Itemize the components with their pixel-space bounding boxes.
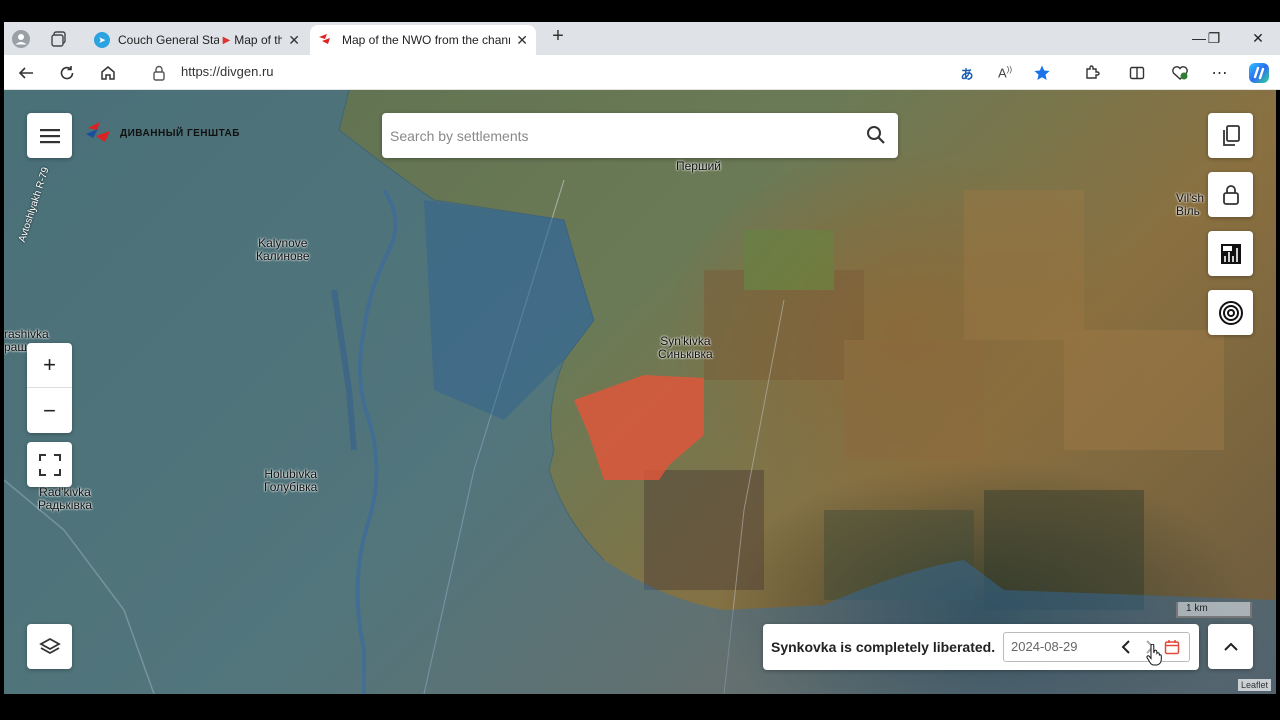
read-aloud-icon[interactable]: A)) [992, 60, 1018, 86]
search-input[interactable] [390, 123, 850, 149]
layers-button[interactable] [27, 624, 72, 669]
tab-title: Couch General Staff [118, 33, 219, 47]
lock-icon [1222, 184, 1239, 205]
map-canvas[interactable]: Перший Kalynove Калинове Syn'kivka Синьків… [4, 90, 1276, 694]
zoom-control: + − [27, 343, 72, 433]
hamburger-icon [39, 128, 60, 143]
copy-button[interactable] [1208, 113, 1253, 158]
tab-map-nwo[interactable]: Map of the NWO from the channe ✕ [310, 25, 536, 55]
zoom-out-button[interactable]: − [27, 388, 72, 433]
copy-icon [1222, 124, 1240, 146]
telegram-icon: ➤ [94, 32, 110, 48]
home-button[interactable] [95, 60, 121, 86]
browser-toolbar: https://divgen.ru あ A)) ⋯ [4, 55, 1280, 90]
logo-text: ДИВАННЫЙ ГЕНШТАБ [120, 127, 240, 139]
menu-button[interactable] [27, 113, 72, 158]
ruler-icon [1220, 243, 1241, 264]
back-button[interactable] [13, 60, 39, 86]
restore-button[interactable]: ❐ [1199, 26, 1229, 50]
logo-mark-icon [84, 120, 116, 146]
lock-button[interactable] [1208, 172, 1253, 217]
extensions-icon[interactable] [1079, 60, 1105, 86]
address-bar-url[interactable]: https://divgen.ru [181, 64, 274, 79]
favorite-star-icon[interactable] [1029, 60, 1055, 86]
target-button[interactable] [1208, 290, 1253, 335]
copilot-icon[interactable] [1246, 60, 1272, 86]
label-radkivka: Rad'kivka Радьківка [38, 485, 93, 512]
screen-top-bar [0, 0, 1280, 22]
reload-button[interactable] [54, 60, 80, 86]
tab-title: Map of the NWO from the channe [342, 33, 511, 47]
label-holubivka: Holubivka Голубівка [264, 467, 318, 494]
workspaces-icon[interactable] [46, 27, 72, 51]
fullscreen-icon [38, 453, 61, 476]
settlement-search [382, 113, 898, 158]
label-synkivka: Syn'kivka Синьківка [658, 334, 713, 361]
new-tab-button[interactable]: + [546, 25, 570, 49]
site-logo[interactable]: ДИВАННЫЙ ГЕНШТАБ [84, 120, 240, 146]
map-overlay [4, 90, 1276, 694]
browser-essentials-icon[interactable] [1167, 60, 1193, 86]
date-input[interactable] [1011, 639, 1101, 654]
profile-icon[interactable] [8, 27, 34, 51]
more-options-icon[interactable]: ⋯ [1207, 60, 1233, 86]
target-icon [1218, 300, 1243, 325]
map-scale: 1 km [1176, 602, 1252, 618]
close-window-button[interactable]: ✕ [1243, 26, 1273, 50]
search-icon[interactable] [866, 125, 886, 150]
flag-icon: ▶ [222, 34, 231, 46]
label-vilshana: Vil'sh Віль [1176, 191, 1205, 218]
ruler-button[interactable] [1208, 231, 1253, 276]
translate-icon[interactable]: あ [954, 60, 980, 86]
browser-tabstrip: ➤ Couch General Staff ▶ Map of th ✕ Map … [4, 22, 1280, 55]
site-info-lock-icon[interactable] [146, 60, 172, 86]
label-pershyi: Перший [676, 159, 722, 173]
tab-close-button[interactable]: ✕ [516, 32, 528, 49]
screen-bottom-bar [0, 694, 1280, 720]
split-screen-icon[interactable] [1124, 60, 1150, 86]
prev-date-button[interactable] [1116, 637, 1136, 657]
tab-couch-general-staff[interactable]: ➤ Couch General Staff ▶ Map of th ✕ [86, 25, 308, 55]
hand-cursor-icon [1146, 644, 1162, 666]
calendar-button[interactable] [1162, 637, 1182, 657]
collapse-panel-button[interactable] [1208, 624, 1253, 669]
fullscreen-button[interactable] [27, 442, 72, 487]
map-attribution[interactable]: Leaflet [1238, 679, 1272, 691]
zoom-in-button[interactable]: + [27, 343, 72, 388]
status-panel: Synkovka is completely liberated. [763, 624, 1199, 670]
chevron-left-icon [1121, 640, 1130, 654]
tab-title-secondary: Map of th [234, 33, 283, 47]
tab-close-button[interactable]: ✕ [288, 32, 300, 49]
status-text: Synkovka is completely liberated. [771, 639, 996, 655]
red-liberated-zone [574, 375, 704, 480]
layers-icon [38, 637, 61, 654]
chevron-up-icon [1223, 642, 1238, 651]
label-kalynove: Kalynove Калинове [256, 236, 310, 263]
calendar-icon [1164, 640, 1180, 655]
divgen-favicon-icon [318, 32, 334, 48]
